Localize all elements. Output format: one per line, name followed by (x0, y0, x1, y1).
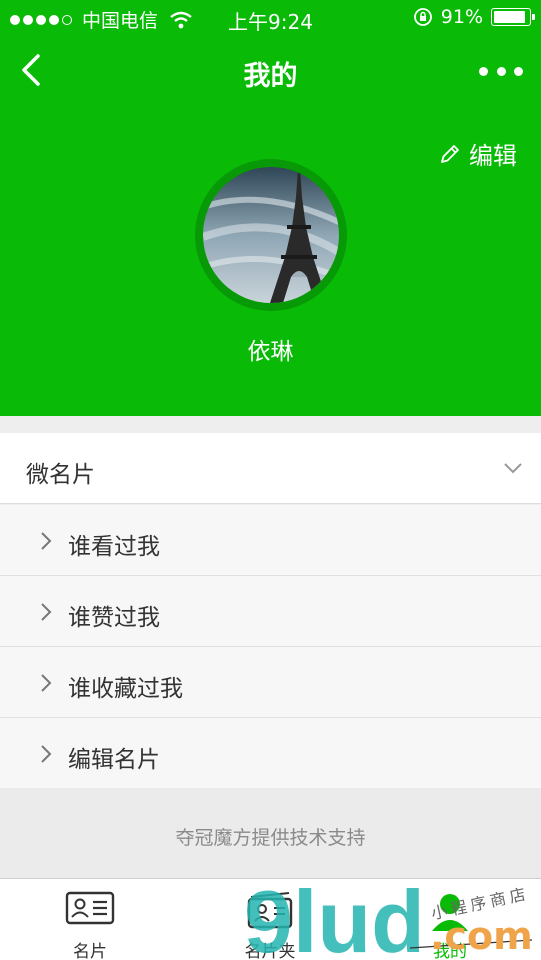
tab-label: 名片夹 (244, 942, 296, 960)
tab-card-holder[interactable]: 名片夹 (180, 879, 360, 960)
menu-item-who-viewed[interactable]: 谁看过我 (0, 505, 541, 576)
pencil-icon (441, 144, 459, 163)
chevron-right-icon (41, 674, 52, 692)
profile-header: 编辑 依琳 (0, 106, 541, 416)
eiffel-tower-photo (203, 167, 339, 303)
more-button[interactable] (479, 56, 523, 86)
tab-label: 名片 (73, 942, 107, 960)
menu-item-label: 谁收藏过我 (68, 676, 183, 702)
watermark-domain-suffix: .com (430, 914, 533, 958)
page-title: 我的 (243, 61, 298, 92)
chevron-right-icon (41, 745, 52, 763)
orientation-lock-icon (413, 8, 432, 26)
tech-support-note: 夺冠魔方提供技术支持 (0, 788, 541, 878)
menu-item-label: 编辑名片 (68, 747, 160, 773)
id-card-icon (65, 891, 115, 925)
tab-card[interactable]: 名片 (0, 879, 180, 960)
user-name: 依琳 (247, 339, 294, 365)
navigation-bar: 我的 (0, 36, 541, 106)
menu-item-edit-card[interactable]: 编辑名片 (0, 718, 541, 789)
chevron-right-icon (41, 603, 52, 621)
more-dots-icon (479, 66, 488, 76)
chevron-right-icon (41, 532, 52, 550)
card-holder-icon (247, 892, 293, 929)
chevron-down-icon (504, 463, 522, 474)
status-bar: 中国电信 上午9:24 91% (0, 0, 541, 36)
avatar-ring (195, 159, 347, 311)
edit-profile-button[interactable]: 编辑 (439, 136, 517, 171)
section-title: 微名片 (26, 462, 95, 488)
edit-label: 编辑 (469, 142, 517, 170)
card-section-header[interactable]: 微名片 (0, 433, 541, 504)
battery-icon (491, 8, 535, 26)
menu-item-label: 谁看过我 (68, 534, 160, 560)
battery-level (494, 11, 525, 23)
status-right: 91% (413, 6, 535, 28)
menu-item-who-liked[interactable]: 谁赞过我 (0, 576, 541, 647)
menu-item-who-favorited[interactable]: 谁收藏过我 (0, 647, 541, 718)
battery-percent: 91% (440, 6, 483, 28)
menu-item-label: 谁赞过我 (68, 605, 160, 631)
avatar[interactable] (203, 167, 339, 303)
